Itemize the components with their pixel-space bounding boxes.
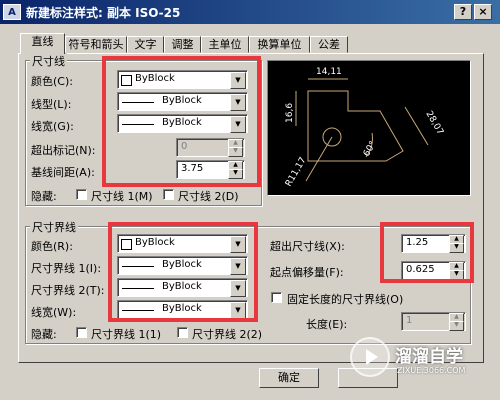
preview-dim-right: 28,07 — [423, 110, 445, 137]
ext-lineweight-label: 线宽(W): — [31, 306, 77, 319]
highlight-box-dim-lines — [102, 56, 261, 187]
watermark-text: 溜溜自学 — [395, 347, 463, 367]
preview-dim-radius: R11,17 — [284, 156, 309, 189]
ext-linetype2-label: 尺寸界线 2(T): — [31, 284, 105, 297]
ext-length-value: 1 — [406, 315, 413, 326]
dim-suppress-label: 隐藏: — [31, 190, 57, 203]
play-icon — [366, 349, 378, 365]
suppress-extline1-checkbox[interactable] — [76, 327, 87, 338]
dim-extend-label: 超出标记(N): — [31, 144, 96, 157]
suppress-dimline2-label[interactable]: 尺寸线 2(D) — [178, 188, 239, 204]
tab-primary-units[interactable]: 主单位 — [201, 36, 249, 53]
preview-shape — [307, 90, 404, 162]
suppress-extline1-label[interactable]: 尺寸界线 1(1) — [91, 326, 161, 342]
preview-dim-left: 16,6 — [285, 103, 295, 123]
tab-tolerances[interactable]: 公差 — [310, 36, 348, 53]
close-button[interactable]: × — [474, 4, 492, 20]
window-title: 新建标注样式: 副本 ISO-25 — [26, 6, 181, 20]
preview-panel: 14,11 16,6 28,07 60° R11,17 — [267, 60, 471, 196]
tab-alternate-units[interactable]: 换算单位 — [249, 36, 310, 53]
suppress-dimline1-checkbox[interactable] — [76, 189, 87, 200]
ext-length-label: 长度(E): — [306, 318, 348, 331]
ext-lines-title: 尺寸界线 — [30, 219, 78, 235]
preview-radius-line — [305, 136, 333, 182]
tab-symbols-arrows[interactable]: 符号和箭头 — [65, 36, 127, 53]
ext-linetype1-label: 尺寸界线 1(I): — [31, 262, 102, 275]
ext-color-label: 颜色(R): — [31, 240, 73, 253]
ext-beyond-label: 超出尺寸线(X): — [270, 240, 345, 253]
help-button[interactable]: ? — [454, 4, 472, 20]
ok-button[interactable]: 确定 — [259, 368, 319, 388]
watermark-url: ZIXUE.3066.COM — [397, 366, 466, 375]
highlight-box-ext-lines — [108, 222, 258, 322]
dim-baseline-label: 基线间距(A): — [31, 166, 95, 179]
preview-dim-top: 14,11 — [316, 67, 342, 77]
tab-fit[interactable]: 调整 — [164, 36, 201, 53]
ext-length-spinner: 1 ▲ ▼ — [401, 312, 466, 331]
dim-lineweight-label: 线宽(G): — [31, 120, 74, 133]
suppress-extline2-label[interactable]: 尺寸界线 2(2) — [192, 326, 262, 342]
tab-lines[interactable]: 直线 — [20, 33, 65, 54]
app-icon: A — [3, 4, 21, 20]
preview-dim-right-line — [404, 106, 429, 146]
ext-suppress-label: 隐藏: — [31, 328, 57, 341]
suppress-dimline2-checkbox[interactable] — [163, 189, 174, 200]
highlight-box-ext-offsets — [380, 222, 474, 283]
dim-linetype-label: 线型(L): — [31, 98, 72, 111]
fixed-length-checkbox[interactable] — [271, 292, 282, 303]
title-bar[interactable]: A 新建标注样式: 副本 ISO-25 ? × — [0, 0, 500, 24]
dialog-window: A 新建标注样式: 副本 ISO-25 ? × 直线 符号和箭头 文字 调整 主… — [0, 0, 500, 400]
dim-color-label: 颜色(C): — [31, 75, 73, 88]
dim-lines-title: 尺寸线 — [30, 53, 67, 69]
tab-text[interactable]: 文字 — [127, 36, 164, 53]
spin-down-icon: ▼ — [449, 321, 464, 331]
suppress-extline2-checkbox[interactable] — [177, 327, 188, 338]
ext-offset-label: 起点偏移量(F): — [270, 266, 344, 279]
preview-dim-angle: 60° — [362, 140, 379, 159]
preview-drawing: 14,11 16,6 28,07 60° R11,17 — [284, 67, 445, 189]
suppress-dimline1-label[interactable]: 尺寸线 1(M) — [91, 188, 153, 204]
watermark-logo-icon — [350, 337, 390, 377]
fixed-length-label[interactable]: 固定长度的尺寸界线(O) — [287, 291, 403, 307]
